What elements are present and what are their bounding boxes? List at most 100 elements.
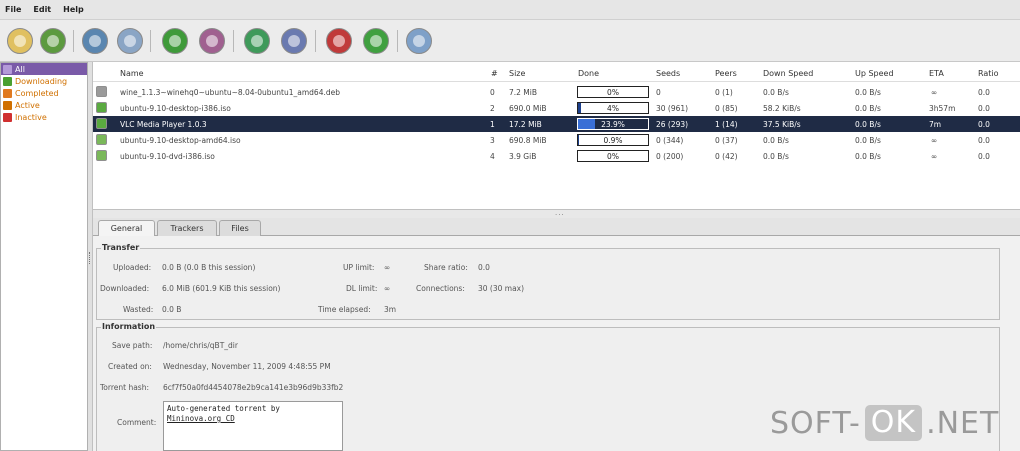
column-seeds[interactable]: Seeds	[656, 69, 680, 78]
row-down-speed: 37.5 KiB/s	[763, 120, 801, 129]
start-icon[interactable]	[162, 28, 188, 54]
table-row[interactable]: wine_1.1.3~winehq0~ubuntu~8.04-0ubuntu1_…	[93, 84, 1020, 100]
toolbar	[0, 20, 1020, 62]
row-number: 3	[490, 136, 495, 145]
menu-file[interactable]: File	[5, 5, 21, 14]
start-all-icon[interactable]	[244, 28, 270, 54]
column-down-speed[interactable]: Down Speed	[763, 69, 813, 78]
queued-icon	[96, 134, 107, 145]
filter-inactive[interactable]: Inactive	[1, 111, 87, 123]
row-ratio: 0.0	[978, 88, 990, 97]
table-row[interactable]: ubuntu-9.10-desktop-amd64.iso 3 690.8 Mi…	[93, 132, 1020, 148]
comment-textarea[interactable]: Auto-generated torrent by Mininova.org C…	[163, 401, 343, 451]
row-name: ubuntu-9.10-desktop-i386.iso	[120, 104, 231, 113]
row-down-speed: 0.0 B/s	[763, 136, 789, 145]
row-number: 0	[490, 88, 495, 97]
open-url-icon[interactable]	[40, 28, 66, 54]
menu-bar: File Edit Help	[0, 0, 1020, 20]
decrease-priority-icon[interactable]	[326, 28, 352, 54]
row-number: 4	[490, 152, 495, 161]
downloading-icon	[3, 76, 12, 86]
filter-active[interactable]: Active	[1, 99, 87, 111]
row-number: 1	[490, 120, 495, 129]
active-icon	[3, 100, 12, 110]
table-row[interactable]: ubuntu-9.10-dvd-i386.iso 4 3.9 GiB 0% 0 …	[93, 148, 1020, 164]
tab-general[interactable]: General	[98, 220, 155, 237]
filter-sidebar: All Downloading Completed Active Inactiv…	[0, 62, 88, 451]
paused-icon	[96, 86, 107, 97]
row-peers: 0 (37)	[715, 136, 738, 145]
toolbar-separator	[233, 30, 234, 52]
row-peers: 0 (42)	[715, 152, 738, 161]
group-title: Transfer	[101, 243, 141, 252]
all-icon	[3, 64, 12, 74]
column-ratio[interactable]: Ratio	[978, 69, 999, 78]
table-row[interactable]: ubuntu-9.10-desktop-i386.iso 2 690.0 MiB…	[93, 100, 1020, 116]
row-ratio: 0.0	[978, 136, 990, 145]
time-elapsed-label: Time elapsed:	[318, 305, 371, 314]
save-path-value: /home/chris/qBT_dir	[163, 341, 238, 350]
torrent-hash-label: Torrent hash:	[100, 383, 149, 392]
row-ratio: 0.0	[978, 152, 990, 161]
table-row-selected[interactable]: VLC Media Player 1.0.3 1 17.2 MiB 23.9% …	[93, 116, 1020, 132]
panel-splitter[interactable]: ···	[93, 210, 1020, 219]
column-eta[interactable]: ETA	[929, 69, 944, 78]
up-limit-label: UP limit:	[343, 263, 375, 272]
menu-help[interactable]: Help	[63, 5, 84, 14]
toolbar-separator	[397, 30, 398, 52]
column-name[interactable]: Name	[120, 69, 144, 78]
filter-label: All	[15, 64, 25, 74]
row-down-speed: 0.0 B/s	[763, 152, 789, 161]
watermark-ok: OK	[864, 405, 923, 441]
row-number: 2	[490, 104, 495, 113]
toolbar-separator	[150, 30, 151, 52]
row-seeds: 0 (344)	[656, 136, 684, 145]
progress-bar: 4%	[577, 102, 649, 114]
time-elapsed-value: 3m	[384, 305, 397, 314]
filter-downloading[interactable]: Downloading	[1, 75, 87, 87]
downloading-icon	[96, 102, 107, 113]
filter-completed[interactable]: Completed	[1, 87, 87, 99]
pause-all-icon[interactable]	[281, 28, 307, 54]
row-ratio: 0.0	[978, 120, 990, 129]
row-up-speed: 0.0 B/s	[855, 104, 881, 113]
tab-trackers[interactable]: Trackers	[157, 220, 217, 236]
progress-text: 0%	[607, 88, 619, 97]
save-path-label: Save path:	[112, 341, 153, 350]
options-icon[interactable]	[406, 28, 432, 54]
progress-bar: 0%	[577, 150, 649, 162]
row-up-speed: 0.0 B/s	[855, 120, 881, 129]
connections-value: 30 (30 max)	[478, 284, 525, 293]
row-name: ubuntu-9.10-dvd-i386.iso	[120, 152, 215, 161]
downloading-icon	[96, 118, 107, 129]
column-number[interactable]: #	[491, 69, 498, 78]
column-up-speed[interactable]: Up Speed	[855, 69, 894, 78]
menu-edit[interactable]: Edit	[33, 5, 51, 14]
delete-permanently-icon[interactable]	[117, 28, 143, 54]
open-icon[interactable]	[7, 28, 33, 54]
row-down-speed: 58.2 KiB/s	[763, 104, 801, 113]
splitter-grip-icon	[89, 252, 91, 264]
detail-tabs: General Trackers Files	[93, 218, 1020, 237]
column-size[interactable]: Size	[509, 69, 525, 78]
row-name: VLC Media Player 1.0.3	[120, 120, 207, 129]
column-peers[interactable]: Peers	[715, 69, 737, 78]
row-size: 690.8 MiB	[509, 136, 547, 145]
row-up-speed: 0.0 B/s	[855, 152, 881, 161]
tab-files[interactable]: Files	[219, 220, 261, 236]
column-done[interactable]: Done	[578, 69, 599, 78]
row-eta: ∞	[931, 88, 938, 97]
pause-icon[interactable]	[199, 28, 225, 54]
increase-priority-icon[interactable]	[363, 28, 389, 54]
row-size: 3.9 GiB	[509, 152, 537, 161]
watermark: SOFT- OK .NET	[770, 405, 999, 441]
row-name: ubuntu-9.10-desktop-amd64.iso	[120, 136, 241, 145]
filter-label: Inactive	[15, 112, 47, 122]
filter-all[interactable]: All	[1, 63, 87, 75]
row-peers: 0 (1)	[715, 88, 733, 97]
wasted-value: 0.0 B	[162, 305, 182, 314]
inactive-icon	[3, 112, 12, 122]
row-name: wine_1.1.3~winehq0~ubuntu~8.04-0ubuntu1_…	[120, 88, 340, 97]
row-eta: 3h57m	[929, 104, 956, 113]
delete-icon[interactable]	[82, 28, 108, 54]
